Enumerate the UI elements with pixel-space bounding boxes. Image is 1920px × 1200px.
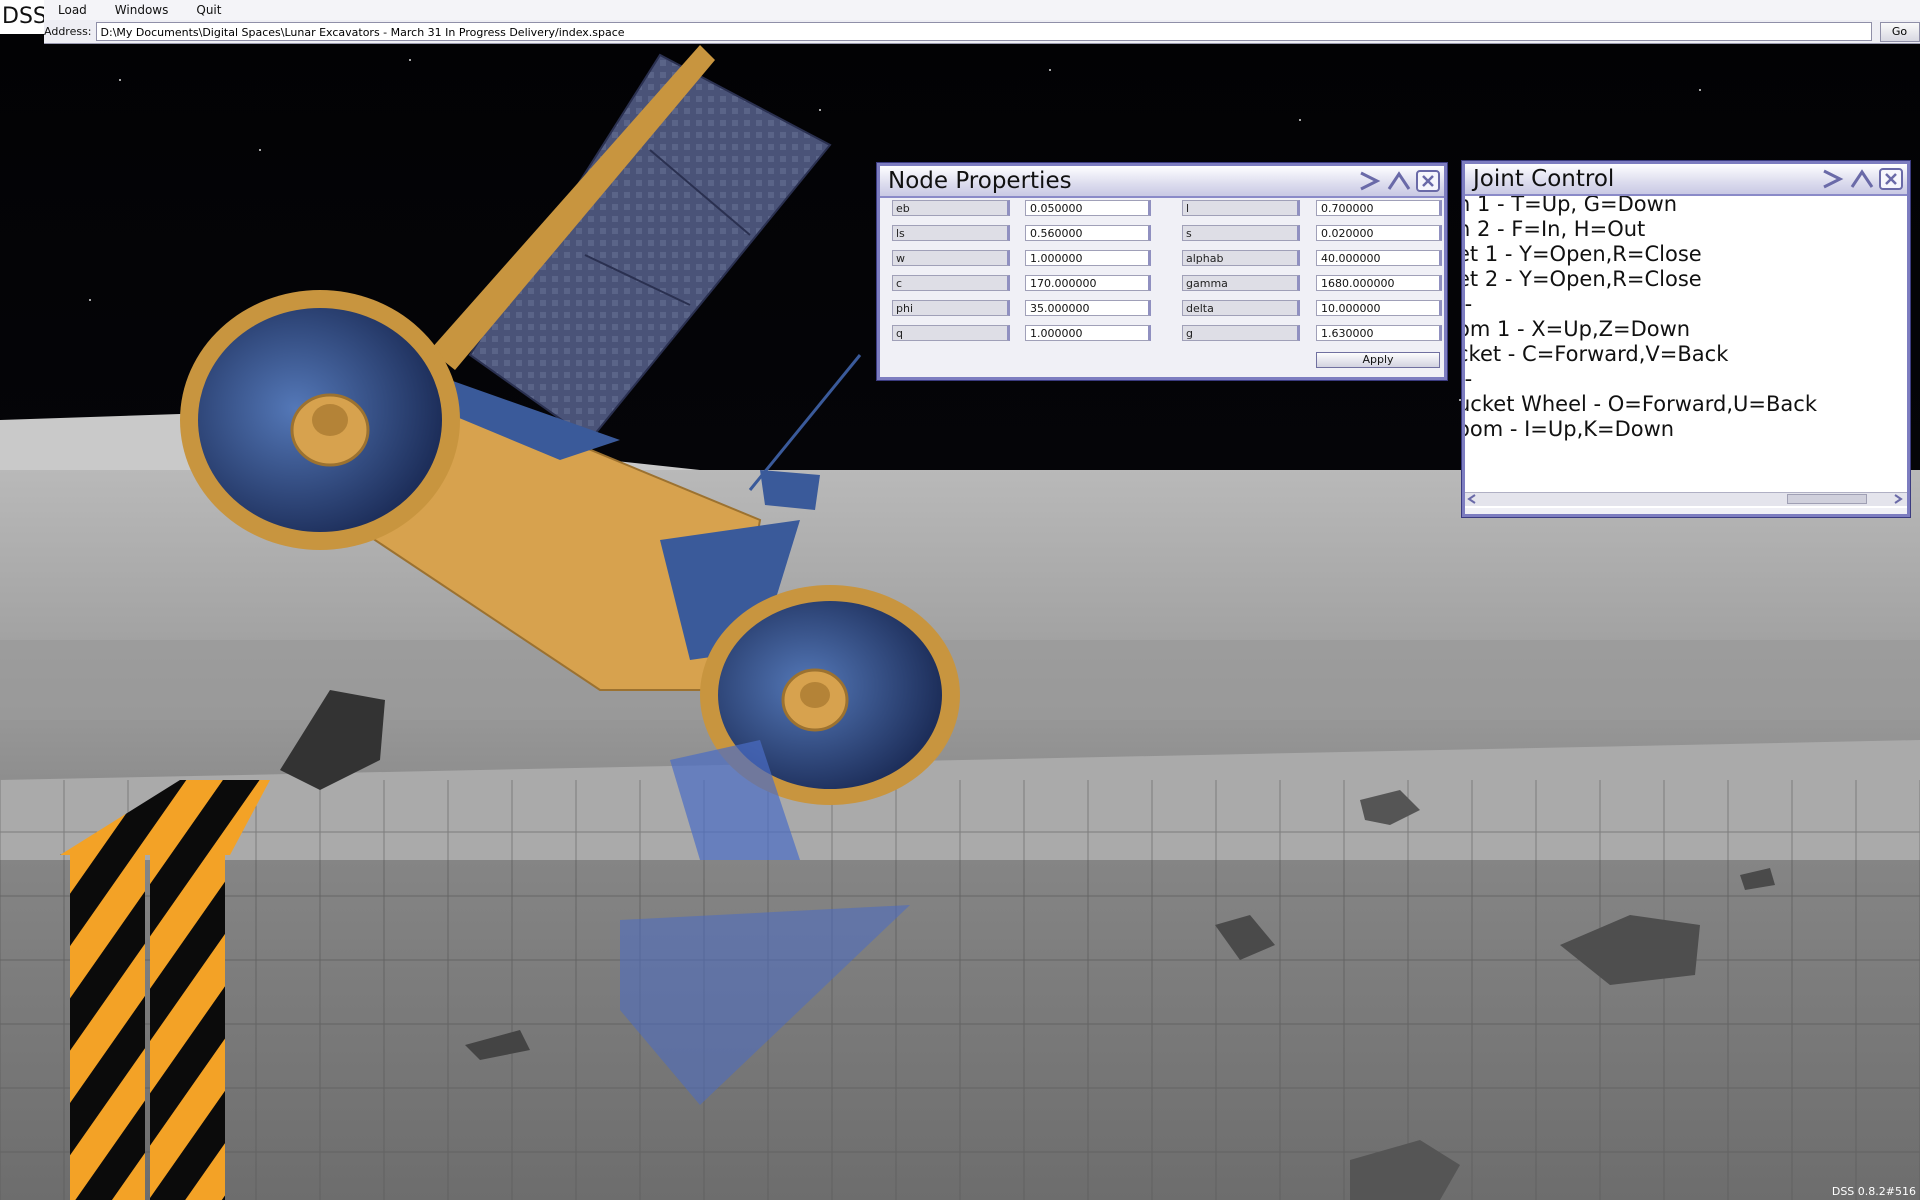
chevron-right-icon: [1360, 171, 1381, 191]
property-value-field[interactable]: 1.000000: [1025, 325, 1151, 341]
address-bar: Address: D:\My Documents\Digital Spaces\…: [44, 20, 1920, 44]
joint-control-line: et 1 - Y=Open,R=Close: [1465, 242, 1702, 266]
app-logo: DSS: [0, 0, 47, 34]
menu-bar: Load Windows Quit: [44, 0, 1920, 21]
property-value-field[interactable]: 170.000000: [1025, 275, 1151, 291]
collapse-button[interactable]: [1386, 169, 1412, 193]
hazard-post-left: [70, 855, 145, 1200]
node-properties-titlebar[interactable]: Node Properties: [880, 166, 1444, 198]
joint-control-line: n 1 - T=Up, G=Down: [1465, 196, 1678, 216]
menu-quit[interactable]: Quit: [182, 0, 235, 20]
property-label: q: [892, 325, 1010, 341]
version-label: DSS 0.8.2#516: [1831, 1185, 1916, 1198]
property-value-field[interactable]: 0.020000: [1316, 225, 1442, 241]
regolith-band: [0, 640, 1920, 720]
close-icon: [1885, 173, 1897, 185]
property-label: alphab: [1182, 250, 1300, 266]
property-value-field[interactable]: 0.050000: [1025, 200, 1151, 216]
close-button[interactable]: [1879, 168, 1903, 190]
expand-button[interactable]: [1819, 167, 1845, 191]
joint-control-line: om 1 - X=Up,Z=Down: [1465, 317, 1691, 341]
collapse-button[interactable]: [1849, 167, 1875, 191]
property-label: phi: [892, 300, 1010, 316]
joint-control-line: n 2 - F=In, H=Out: [1465, 217, 1646, 241]
chevron-right-icon: [1823, 169, 1844, 189]
menu-load[interactable]: Load: [44, 0, 101, 20]
joint-control-window: Joint Control n 1 - T=Up, G=Down n 2 - F=…: [1462, 161, 1910, 517]
joint-control-line: oom - I=Up,K=Down: [1465, 417, 1675, 441]
property-value-field[interactable]: 40.000000: [1316, 250, 1442, 266]
property-value-field[interactable]: 1.630000: [1316, 325, 1442, 341]
apply-button[interactable]: Apply: [1316, 352, 1440, 368]
joint-control-line: et 2 - Y=Open,R=Close: [1465, 267, 1702, 291]
horizontal-scrollbar[interactable]: [1465, 492, 1907, 506]
property-label: l: [1182, 200, 1300, 216]
chevron-up-icon: [1387, 171, 1411, 190]
property-value-field[interactable]: 1680.000000: [1316, 275, 1442, 291]
address-label: Address:: [44, 25, 92, 38]
close-icon: [1422, 175, 1434, 187]
property-label: w: [892, 250, 1010, 266]
joint-control-line: ucket Wheel - O=Forward,U=Back: [1465, 392, 1817, 416]
property-value-field[interactable]: 1.000000: [1025, 250, 1151, 266]
property-value-field[interactable]: 10.000000: [1316, 300, 1442, 316]
property-label: g: [1182, 325, 1300, 341]
property-label: c: [892, 275, 1010, 291]
node-properties-window: Node Properties eb 0.050000 l 0.700000 ls 0.5…: [877, 163, 1447, 380]
property-label: delta: [1182, 300, 1300, 316]
property-label: s: [1182, 225, 1300, 241]
window-title: Joint Control: [1473, 166, 1615, 192]
chevron-up-icon: [1850, 169, 1874, 188]
joint-control-text: n 1 - T=Up, G=Down n 2 - F=In, H=Out et 1 …: [1465, 196, 1907, 508]
property-label: eb: [892, 200, 1010, 216]
joint-control-line: --: [1465, 367, 1473, 391]
property-value-field[interactable]: 0.560000: [1025, 225, 1151, 241]
chevron-left-icon: [1467, 494, 1476, 504]
property-value-field[interactable]: 0.700000: [1316, 200, 1442, 216]
joint-control-line: cket - C=Forward,V=Back: [1465, 342, 1729, 366]
property-label: ls: [892, 225, 1010, 241]
expand-button[interactable]: [1356, 169, 1382, 193]
go-button[interactable]: Go: [1879, 21, 1920, 42]
window-title: Node Properties: [888, 168, 1072, 194]
close-button[interactable]: [1416, 170, 1440, 192]
hazard-post-right: [150, 855, 225, 1200]
scrollbar-thumb[interactable]: [1787, 494, 1867, 504]
property-label: gamma: [1182, 275, 1300, 291]
menu-windows[interactable]: Windows: [101, 0, 183, 20]
property-value-field[interactable]: 35.000000: [1025, 300, 1151, 316]
joint-control-line: --: [1465, 292, 1473, 316]
address-input[interactable]: D:\My Documents\Digital Spaces\Lunar Exc…: [95, 22, 1872, 41]
chevron-right-icon: [1894, 494, 1903, 504]
joint-control-titlebar[interactable]: Joint Control: [1465, 164, 1907, 196]
